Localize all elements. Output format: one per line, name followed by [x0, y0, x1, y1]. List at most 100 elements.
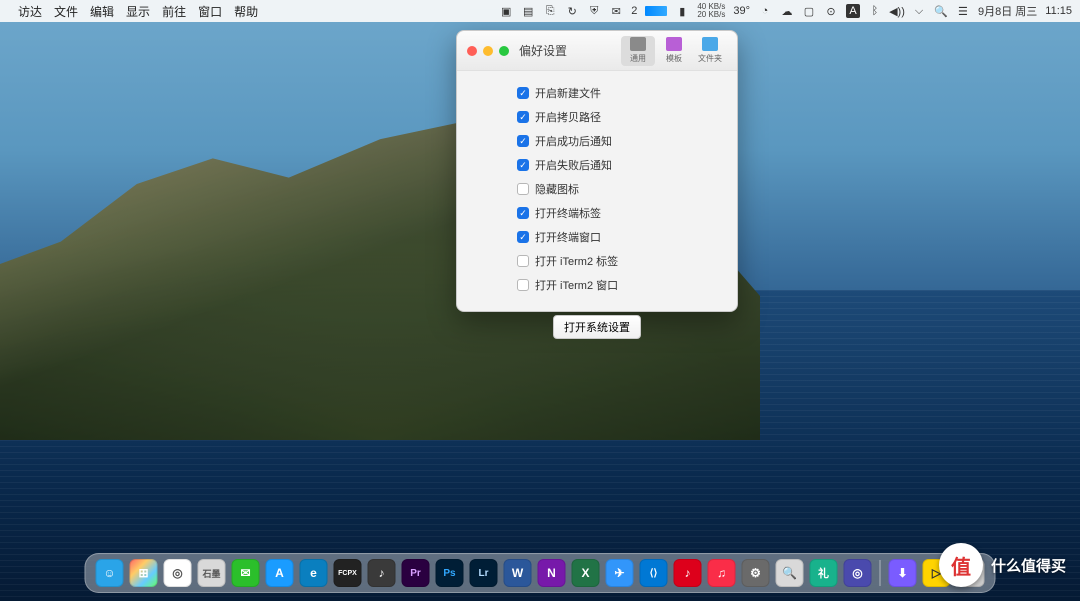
option-label: 打开 iTerm2 窗口 [535, 277, 618, 293]
folder-icon [702, 37, 718, 51]
checkbox-copy_path[interactable] [517, 111, 529, 123]
dock-spotlight[interactable]: 🔍 [776, 559, 804, 587]
dock-word[interactable]: W [504, 559, 532, 587]
traffic-lights [467, 46, 509, 56]
close-button[interactable] [467, 46, 477, 56]
dock-logic[interactable]: ♪ [368, 559, 396, 587]
watermark-badge: 值 [939, 543, 983, 587]
menubar: 访达文件编辑显示前往窗口帮助 ▣ ▤ ⎘ ↻ ⛨ ✉ 2 ▮ 40 KB/s 2… [0, 0, 1080, 22]
status-date[interactable]: 9月8日 周三 [978, 3, 1037, 19]
dock-liqing[interactable]: 礼 [810, 559, 838, 587]
option-label: 打开终端标签 [535, 205, 601, 221]
dock-downloads[interactable]: ⬇︎ [889, 559, 917, 587]
dock-lr[interactable]: Lr [470, 559, 498, 587]
status-control-center-icon[interactable]: ☰ [956, 4, 970, 18]
dock-vscode[interactable]: ⟨⟩ [640, 559, 668, 587]
minimize-button[interactable] [483, 46, 493, 56]
dock-edge[interactable]: e [300, 559, 328, 587]
dock-launchpad[interactable]: ⊞ [130, 559, 158, 587]
watermark: 值 什么值得买 [939, 543, 1066, 587]
menu-5[interactable]: 窗口 [198, 5, 222, 19]
option-label: 开启拷贝路径 [535, 109, 601, 125]
titlebar[interactable]: 偏好设置 通用模板文件夹 [457, 31, 737, 71]
dock-excel[interactable]: X [572, 559, 600, 587]
watermark-text: 什么值得买 [991, 555, 1066, 576]
open-system-settings-button[interactable]: 打开系统设置 [553, 315, 641, 339]
dock-pr[interactable]: Pr [402, 559, 430, 587]
dock-finder[interactable]: ☺ [96, 559, 124, 587]
checkbox-success_notify[interactable] [517, 135, 529, 147]
template-icon [666, 37, 682, 51]
menu-2[interactable]: 编辑 [90, 5, 114, 19]
menu-6[interactable]: 帮助 [234, 5, 258, 19]
dock-onenote[interactable]: N [538, 559, 566, 587]
menubar-status: ▣ ▤ ⎘ ↻ ⛨ ✉ 2 ▮ 40 KB/s 20 KB/s 39° ◔ ☁ … [499, 3, 1072, 19]
status-qq-icon[interactable]: ◔ [758, 4, 772, 18]
option-success_notify[interactable]: 开启成功后通知 [517, 133, 697, 149]
status-graph-icon[interactable] [645, 6, 667, 16]
status-wifi-icon[interactable]: ⌵ [912, 4, 926, 18]
status-time[interactable]: 11:15 [1045, 5, 1072, 17]
tab-label: 文件夹 [698, 53, 722, 64]
option-new_file[interactable]: 开启新建文件 [517, 85, 697, 101]
tab-general[interactable]: 通用 [621, 36, 655, 66]
option-copy_path[interactable]: 开启拷贝路径 [517, 109, 697, 125]
option-hide_icon[interactable]: 隐藏图标 [517, 181, 697, 197]
option-fail_notify[interactable]: 开启失败后通知 [517, 157, 697, 173]
option-label: 打开终端窗口 [535, 229, 601, 245]
maximize-button[interactable] [499, 46, 509, 56]
option-open_iterm_tab[interactable]: 打开 iTerm2 标签 [517, 253, 697, 269]
checkbox-open_term_tab[interactable] [517, 207, 529, 219]
status-display-icon[interactable]: ▢ [802, 4, 816, 18]
status-sync-icon[interactable]: ↻ [565, 4, 579, 18]
option-label: 打开 iTerm2 标签 [535, 253, 618, 269]
dock-stone[interactable]: 石墨 [198, 559, 226, 587]
window-title: 偏好设置 [519, 42, 567, 59]
dock: ☺⊞◎石墨✉AeFCPX♪PrPsLrWNX✈⟨⟩♪♫⚙🔍礼◎⬇︎▷🗑 [85, 553, 996, 593]
status-temp: 39° [733, 5, 750, 17]
status-bluetooth-icon[interactable]: ᛒ [868, 4, 882, 18]
status-volume-icon[interactable]: ◀)) [890, 4, 904, 18]
status-battery-icon[interactable]: ▮ [675, 4, 689, 18]
checkbox-open_term_win[interactable] [517, 231, 529, 243]
option-label: 开启新建文件 [535, 85, 601, 101]
preferences-body: 开启新建文件开启拷贝路径开启成功后通知开启失败后通知隐藏图标打开终端标签打开终端… [457, 71, 737, 311]
status-spotlight-icon[interactable]: 🔍 [934, 4, 948, 18]
dock-chrome[interactable]: ◎ [164, 559, 192, 587]
checkbox-open_iterm_tab[interactable] [517, 255, 529, 267]
option-open_iterm_win[interactable]: 打开 iTerm2 窗口 [517, 277, 697, 293]
checkbox-hide_icon[interactable] [517, 183, 529, 195]
menu-0[interactable]: 访达 [18, 5, 42, 19]
checkbox-open_iterm_win[interactable] [517, 279, 529, 291]
status-cloud-icon[interactable]: ☁ [780, 4, 794, 18]
status-wechat-icon[interactable]: ✉ [609, 4, 623, 18]
tab-label: 通用 [630, 53, 646, 64]
status-app-icon[interactable]: ▤ [521, 4, 535, 18]
tab-folder[interactable]: 文件夹 [693, 36, 727, 66]
dock-ps[interactable]: Ps [436, 559, 464, 587]
option-open_term_tab[interactable]: 打开终端标签 [517, 205, 697, 221]
status-helper-icon[interactable]: ⊙ [824, 4, 838, 18]
status-keyboard-icon[interactable]: A [846, 4, 860, 18]
status-shield-icon[interactable]: ⛨ [587, 4, 601, 18]
option-label: 开启成功后通知 [535, 133, 612, 149]
status-clipboard-icon[interactable]: ⎘ [543, 4, 557, 18]
option-label: 隐藏图标 [535, 181, 579, 197]
menu-3[interactable]: 显示 [126, 5, 150, 19]
dock-readcube[interactable]: ◎ [844, 559, 872, 587]
dock-fcpx[interactable]: FCPX [334, 559, 362, 587]
dock-wechat[interactable]: ✉ [232, 559, 260, 587]
dock-settings[interactable]: ⚙ [742, 559, 770, 587]
status-dropbox-icon[interactable]: ▣ [499, 4, 513, 18]
menu-1[interactable]: 文件 [54, 5, 78, 19]
dock-appstore[interactable]: A [266, 559, 294, 587]
dock-netease[interactable]: ♪ [674, 559, 702, 587]
checkbox-new_file[interactable] [517, 87, 529, 99]
menu-4[interactable]: 前往 [162, 5, 186, 19]
option-open_term_win[interactable]: 打开终端窗口 [517, 229, 697, 245]
tab-template[interactable]: 模板 [657, 36, 691, 66]
checkbox-fail_notify[interactable] [517, 159, 529, 171]
dock-separator [880, 560, 881, 586]
dock-music[interactable]: ♫ [708, 559, 736, 587]
dock-dingtalk[interactable]: ✈ [606, 559, 634, 587]
